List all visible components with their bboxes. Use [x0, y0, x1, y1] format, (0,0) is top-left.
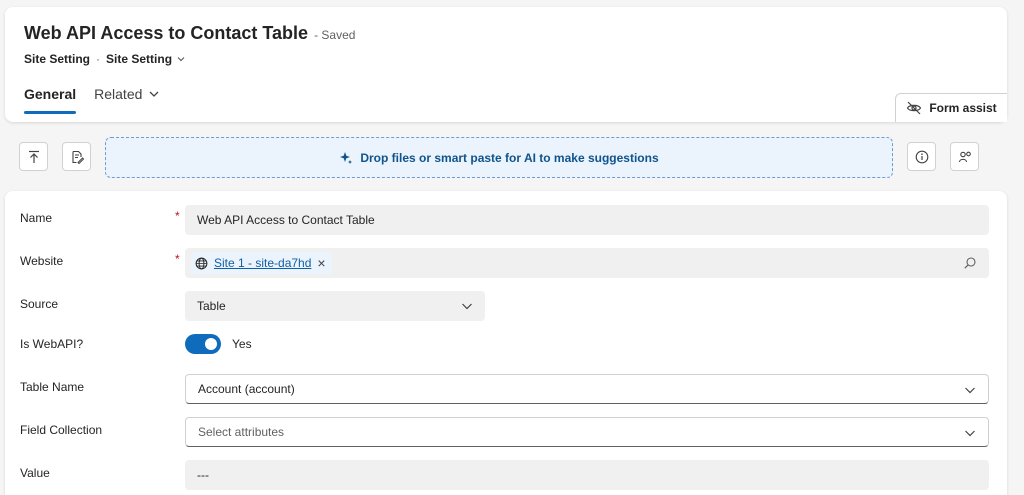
source-select[interactable]: Table	[185, 291, 485, 321]
source-row: Source Table	[5, 291, 1007, 321]
website-tag: Site 1 - site-da7hd ×	[191, 252, 332, 274]
chevron-down-icon	[462, 303, 472, 310]
smart-paste-dropzone[interactable]: Drop files or smart paste for AI to make…	[105, 137, 893, 178]
form-selector[interactable]: Site Setting	[106, 52, 186, 66]
sparkle-icon	[340, 151, 353, 164]
remove-tag-icon[interactable]: ×	[317, 255, 325, 271]
form-assist-label: Form assist	[929, 101, 997, 115]
chevron-down-icon	[177, 57, 185, 62]
globe-icon	[195, 257, 208, 269]
tab-general-label: General	[24, 86, 77, 102]
people-settings-icon	[958, 151, 971, 162]
document-edit-icon	[71, 150, 84, 164]
is-webapi-label: Is WebAPI?	[20, 337, 84, 351]
search-icon[interactable]	[963, 256, 977, 270]
tab-related[interactable]: Related	[94, 86, 160, 114]
form-section: Name * Web API Access to Contact Table W…	[5, 191, 1007, 495]
is-webapi-toggle[interactable]	[185, 334, 221, 354]
info-button[interactable]	[907, 142, 936, 171]
dropzone-label: Drop files or smart paste for AI to make…	[360, 150, 659, 165]
chevron-down-icon	[965, 430, 975, 437]
tab-general[interactable]: General	[24, 86, 77, 114]
breadcrumb-separator: ·	[96, 52, 101, 66]
collapse-header-button[interactable]	[19, 142, 48, 171]
field-collection-select[interactable]: Select attributes	[185, 417, 989, 447]
source-label: Source	[20, 297, 59, 311]
field-collection-placeholder: Select attributes	[198, 425, 285, 439]
required-marker: *	[175, 252, 180, 266]
source-value: Table	[197, 299, 226, 313]
website-lookup[interactable]: Site 1 - site-da7hd ×	[185, 248, 989, 278]
chevron-down-icon	[965, 387, 975, 394]
name-row: Name * Web API Access to Contact Table	[5, 205, 1007, 235]
value-row: Value ---	[5, 460, 1007, 490]
toggle-knob	[205, 338, 217, 350]
table-name-label: Table Name	[20, 380, 85, 394]
form-header: Web API Access to Contact Table - Saved …	[5, 7, 1007, 122]
required-marker: *	[175, 209, 180, 223]
value-value: ---	[197, 468, 209, 482]
website-link[interactable]: Site 1 - site-da7hd	[214, 256, 311, 270]
page-title: Web API Access to Contact Table	[24, 23, 309, 43]
table-name-value: Account (account)	[198, 382, 295, 396]
field-collection-row: Field Collection Select attributes	[5, 417, 1007, 447]
tab-related-label: Related	[94, 86, 143, 102]
field-collection-label: Field Collection	[20, 423, 103, 437]
website-label: Website	[20, 254, 64, 268]
value-label: Value	[20, 466, 50, 480]
website-row: Website * Site 1 - site-da7hd ×	[5, 248, 1007, 278]
chevron-down-icon	[149, 91, 159, 97]
breadcrumb: Site Setting · Site Setting	[24, 52, 186, 66]
tab-list: General Related	[24, 86, 160, 114]
title-row: Web API Access to Contact Table - Saved	[24, 23, 355, 44]
share-button[interactable]	[950, 142, 979, 171]
name-label: Name	[20, 211, 53, 225]
name-value: Web API Access to Contact Table	[197, 213, 375, 227]
form-selector-label: Site Setting	[106, 52, 173, 66]
table-name-row: Table Name Account (account)	[5, 374, 1007, 404]
save-status: - Saved	[314, 28, 356, 42]
form-assist-button[interactable]: Form assist	[895, 93, 1007, 122]
name-field[interactable]: Web API Access to Contact Table	[185, 205, 989, 235]
arrow-up-to-line-icon	[28, 150, 39, 163]
value-field[interactable]: ---	[185, 460, 989, 490]
breadcrumb-entity: Site Setting	[24, 52, 91, 66]
table-name-select[interactable]: Account (account)	[185, 374, 989, 404]
is-webapi-value: Yes	[232, 337, 252, 351]
smart-paste-button[interactable]	[62, 142, 91, 171]
eye-off-icon	[907, 101, 922, 115]
is-webapi-row: Is WebAPI? Yes	[5, 331, 1007, 361]
info-icon	[915, 150, 928, 163]
